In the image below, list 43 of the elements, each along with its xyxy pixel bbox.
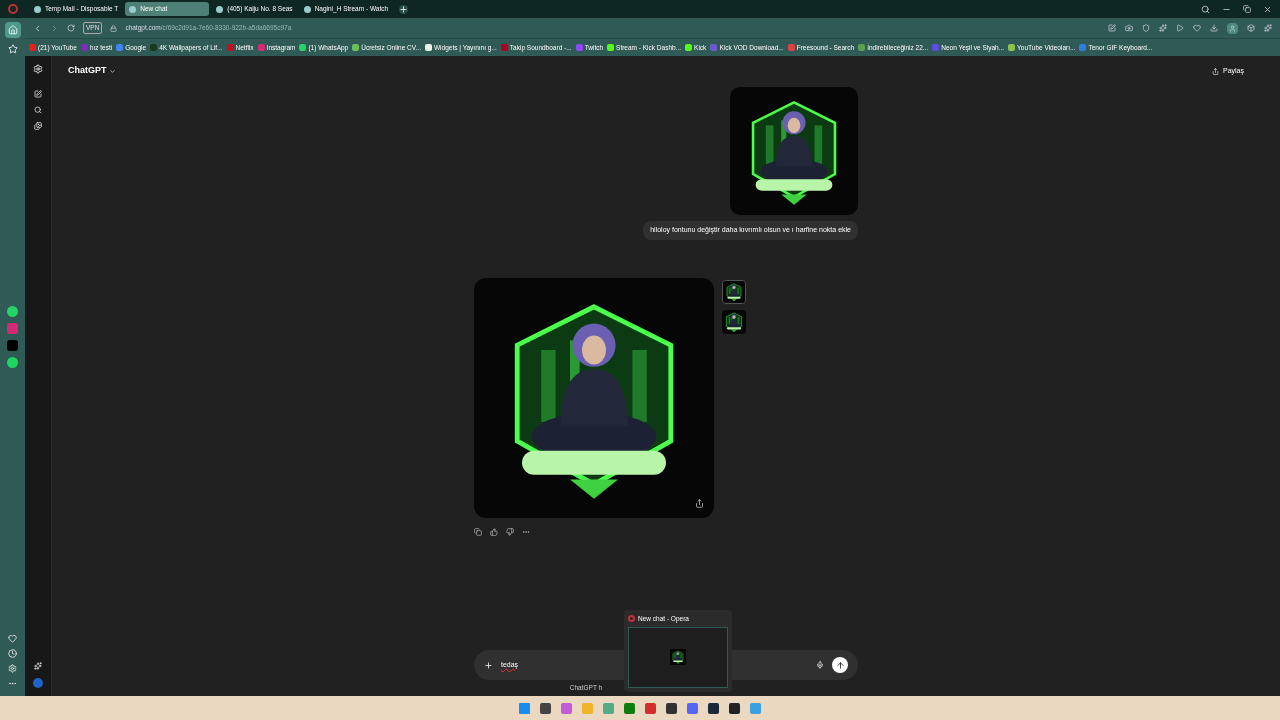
- opera-logo-icon[interactable]: [7, 4, 18, 14]
- opera-logo-icon: [628, 615, 635, 623]
- share-icon: [1212, 67, 1219, 75]
- avatar[interactable]: [33, 678, 43, 688]
- taskbar-app-icon[interactable]: [708, 702, 719, 714]
- edit-icon[interactable]: [1108, 24, 1116, 32]
- thumbs-down-icon[interactable]: [506, 527, 514, 536]
- star-icon[interactable]: [7, 44, 18, 54]
- play-icon[interactable]: [1176, 24, 1184, 32]
- restore-icon[interactable]: [1243, 5, 1251, 13]
- taskbar-app-icon[interactable]: [666, 702, 677, 714]
- search-icon[interactable]: [34, 106, 42, 114]
- taskbar-app-icon[interactable]: [540, 702, 551, 714]
- shield-icon[interactable]: [1142, 24, 1150, 32]
- plus-icon[interactable]: [484, 660, 493, 670]
- taskbar-app-icon[interactable]: [729, 702, 740, 714]
- home-icon[interactable]: [4, 22, 21, 38]
- send-button[interactable]: [832, 657, 848, 673]
- new-chat-icon[interactable]: [34, 90, 42, 98]
- close-icon[interactable]: [1263, 4, 1272, 14]
- thumbs-up-icon[interactable]: [490, 527, 498, 536]
- search-icon[interactable]: [1201, 4, 1210, 14]
- ai-icon[interactable]: [1264, 24, 1272, 32]
- history-icon[interactable]: [8, 649, 17, 658]
- new-tab-icon[interactable]: [399, 4, 409, 14]
- logo-icon[interactable]: [33, 64, 43, 74]
- download-icon[interactable]: [1210, 24, 1218, 32]
- lock-icon: [110, 24, 118, 32]
- mic-icon[interactable]: [816, 661, 824, 669]
- heart-icon[interactable]: [1193, 24, 1201, 32]
- camera-icon[interactable]: [1125, 24, 1133, 32]
- more-icon[interactable]: [8, 679, 17, 688]
- back-icon[interactable]: [33, 23, 42, 33]
- reload-icon[interactable]: [67, 24, 75, 32]
- share-icon[interactable]: [695, 498, 704, 508]
- copy-icon[interactable]: [474, 527, 482, 536]
- box-icon[interactable]: [1247, 24, 1255, 32]
- chevron-down-icon: [108, 67, 116, 75]
- arrow-up-icon: [835, 660, 845, 670]
- library-icon[interactable]: [34, 122, 42, 130]
- profile-icon[interactable]: [1227, 22, 1238, 34]
- model-selector[interactable]: ChatGPT: [68, 64, 116, 78]
- settings-icon[interactable]: [8, 664, 17, 673]
